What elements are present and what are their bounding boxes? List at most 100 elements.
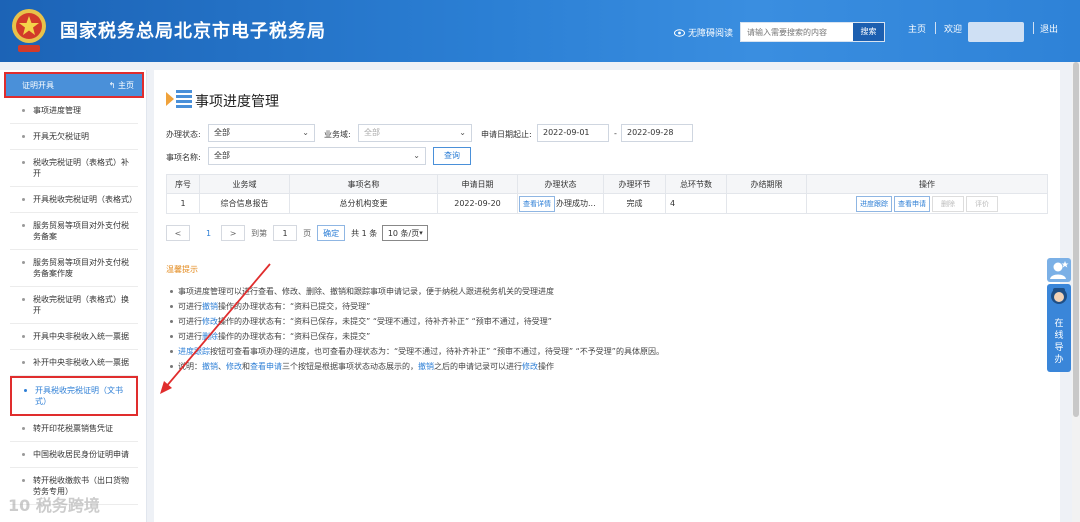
tip-keyword: 查看申请 xyxy=(250,362,282,371)
sidebar-home-link[interactable]: ↰ 主页 xyxy=(109,80,134,91)
sidebar-item[interactable]: 开具无欠税证明 xyxy=(10,124,138,150)
domain-select-value: 全部 xyxy=(364,128,380,137)
chevron-down-icon: ▾ xyxy=(419,229,423,237)
column-header: 序号 xyxy=(166,174,200,194)
view-detail-button[interactable]: 查看详情 xyxy=(519,195,555,212)
row-actions: 进度跟踪 查看申请 删除 评价 xyxy=(806,193,1048,214)
tip-text: 按钮可查看事项办理的进度，也可查看办理状态为：“受理不通过，待补齐补正” “预审… xyxy=(210,347,664,356)
online-guide-text: 在线导办 xyxy=(1054,319,1064,365)
back-arrow-icon: ↰ xyxy=(108,81,116,90)
page-size-select[interactable]: 10 条/页 ▾ xyxy=(382,225,429,241)
search-input[interactable] xyxy=(741,23,851,41)
page-scrollbar[interactable] xyxy=(1072,62,1080,522)
confirm-button[interactable]: 确定 xyxy=(317,225,346,241)
item-name-select[interactable]: 全部 ⌄ xyxy=(208,147,426,165)
column-header: 办理状态 xyxy=(517,174,604,194)
welcome-label: 欢迎 xyxy=(944,25,963,35)
status-select[interactable]: 全部 ⌄ xyxy=(208,124,315,142)
sidebar-item[interactable]: 开具税收完税证明（表格式） xyxy=(10,187,138,213)
site-title[interactable]: 国家税务总局北京市电子税务局 xyxy=(60,17,326,43)
username-redacted xyxy=(968,22,1024,42)
header-separator xyxy=(1033,22,1034,34)
page-size-value: 10 条/页 xyxy=(387,228,420,238)
page-unit-label: 页 xyxy=(303,228,312,238)
row-status: 查看详情 办理成功... xyxy=(517,193,604,214)
view-application-button[interactable]: 查看申请 xyxy=(894,195,930,212)
tip-item: 可进行撤销操作的办理状态有：“资料已提交，待受理” xyxy=(170,299,1030,314)
sidebar-item[interactable]: 服务贸易等项目对外支付税务备案 xyxy=(10,213,138,250)
tips-title: 温馨提示 xyxy=(166,265,198,274)
tip-keyword: 修改 xyxy=(522,362,538,371)
query-button[interactable]: 查询 xyxy=(433,147,471,165)
sidebar-item[interactable]: 服务贸易等项目对外支付税务备案作废 xyxy=(10,250,138,287)
online-guide-tab[interactable]: 在线导办 xyxy=(1047,284,1071,372)
search-box: 搜索 xyxy=(740,22,885,42)
sidebar-header[interactable]: 证明开具 ↰ 主页 xyxy=(4,72,144,98)
sidebar-item[interactable]: 税收完税证明（表格式）补开 xyxy=(10,150,138,187)
item-name-label: 事项名称: xyxy=(166,153,201,162)
rate-button[interactable]: 评价 xyxy=(966,195,998,212)
list-page-icon xyxy=(166,90,192,108)
date-from-input[interactable]: 2022-09-01 xyxy=(537,124,609,142)
tip-item: 可进行删除操作的办理状态有：“资料已保存，未提交” xyxy=(170,329,1030,344)
accessibility-label: 无障碍阅读 xyxy=(688,29,734,39)
row-item-name: 总分机构变更 xyxy=(289,193,438,214)
scrollbar-thumb[interactable] xyxy=(1073,62,1079,417)
tip-item: 进度跟踪按钮可查看事项办理的进度，也可查看办理状态为：“受理不通过，待补齐补正”… xyxy=(170,344,1030,359)
sidebar-item[interactable]: 中国税收居民身份证明申请 xyxy=(10,442,138,468)
tip-text: 三个按钮是根据事项状态动态展示的， xyxy=(282,362,418,371)
goto-page-input[interactable]: 1 xyxy=(273,225,298,241)
next-page-button[interactable]: > xyxy=(221,225,246,241)
tip-text: 操作的办理状态有：“资料已提交，待受理” xyxy=(218,302,371,311)
tip-keyword: 撤销 xyxy=(418,362,434,371)
row-date: 2022-09-20 xyxy=(437,193,518,214)
item-name-value: 全部 xyxy=(214,151,230,160)
row-deadline xyxy=(726,193,807,214)
main-panel: 事项进度管理 办理状态: 全部 ⌄ 业务域: 全部 ⌄ 申请日期起止: 2022… xyxy=(154,70,1060,522)
row-domain: 综合信息报告 xyxy=(199,193,290,214)
date-to-input[interactable]: 2022-09-28 xyxy=(621,124,693,142)
status-select-value: 全部 xyxy=(214,128,230,137)
date-separator: - xyxy=(614,129,617,138)
logout-link[interactable]: 退出 xyxy=(1040,22,1058,35)
track-progress-button[interactable]: 进度跟踪 xyxy=(856,195,892,212)
sidebar-item[interactable]: 税收完税证明（表格式）换开 xyxy=(10,287,138,324)
tip-keyword: 修改 xyxy=(202,317,218,326)
sidebar-item-active[interactable]: 开具税收完税证明（文书式） xyxy=(10,376,138,416)
sidebar-item[interactable]: 补开中央非税收入统一票据 xyxy=(10,350,138,376)
tax-emblem-icon xyxy=(12,9,46,52)
pagination: < 1 > 到第 1 页 确定 共 1 条 10 条/页 ▾ xyxy=(166,224,434,242)
person-icon xyxy=(1050,261,1069,279)
sidebar-list: 事项进度管理 开具无欠税证明 税收完税证明（表格式）补开 开具税收完税证明（表格… xyxy=(10,98,138,505)
tip-text: 可进行 xyxy=(178,317,202,326)
sidebar-item[interactable]: 开具中央非税收入统一票据 xyxy=(10,324,138,350)
goto-label: 到第 xyxy=(251,228,268,238)
user-avatar-icon[interactable] xyxy=(1047,258,1071,282)
tip-text: 操作的办理状态有：“资料已保存，未提交” “受理不通过，待补齐补正” “预审不通… xyxy=(218,317,552,326)
progress-table: 序号 业务域 事项名称 申请日期 办理状态 办理环节 总环节数 办结期限 操作 … xyxy=(166,174,1048,214)
tip-text: 之后的申请记录可以进行 xyxy=(434,362,522,371)
home-link[interactable]: 主页 xyxy=(908,22,926,35)
header-separator xyxy=(935,22,936,34)
chevron-down-icon: ⌄ xyxy=(302,128,309,137)
sidebar-item[interactable]: 转开印花税票销售凭证 xyxy=(10,416,138,442)
row-status-text: 办理成功... xyxy=(556,198,596,208)
prev-page-button[interactable]: < xyxy=(166,225,190,241)
agent-avatar-icon xyxy=(1051,288,1067,304)
delete-button[interactable]: 删除 xyxy=(932,195,964,212)
eye-icon xyxy=(674,28,685,37)
current-page[interactable]: 1 xyxy=(206,229,211,238)
tip-keyword: 删除 xyxy=(202,332,218,341)
search-button[interactable]: 搜索 xyxy=(853,23,884,41)
column-header: 操作 xyxy=(806,174,1048,194)
tip-keyword: 进度跟踪 xyxy=(178,347,210,356)
tips-list: 事项进度管理可以进行查看、修改、删除、撤销和跟踪事项申请记录，便于纳税人跟进税务… xyxy=(170,284,1030,374)
domain-select[interactable]: 全部 ⌄ xyxy=(358,124,472,142)
sidebar-item[interactable]: 事项进度管理 xyxy=(10,98,138,124)
tip-text: 可进行 xyxy=(178,302,202,311)
tip-item: 事项进度管理可以进行查看、修改、删除、撤销和跟踪事项申请记录，便于纳税人跟进税务… xyxy=(170,284,1030,299)
accessibility-link[interactable]: 无障碍阅读 xyxy=(674,26,733,39)
top-header: 国家税务总局北京市电子税务局 无障碍阅读 搜索 主页 欢迎 退出 xyxy=(0,0,1080,62)
row-total-steps: 4 xyxy=(665,193,727,214)
tip-text: 可进行 xyxy=(178,332,202,341)
